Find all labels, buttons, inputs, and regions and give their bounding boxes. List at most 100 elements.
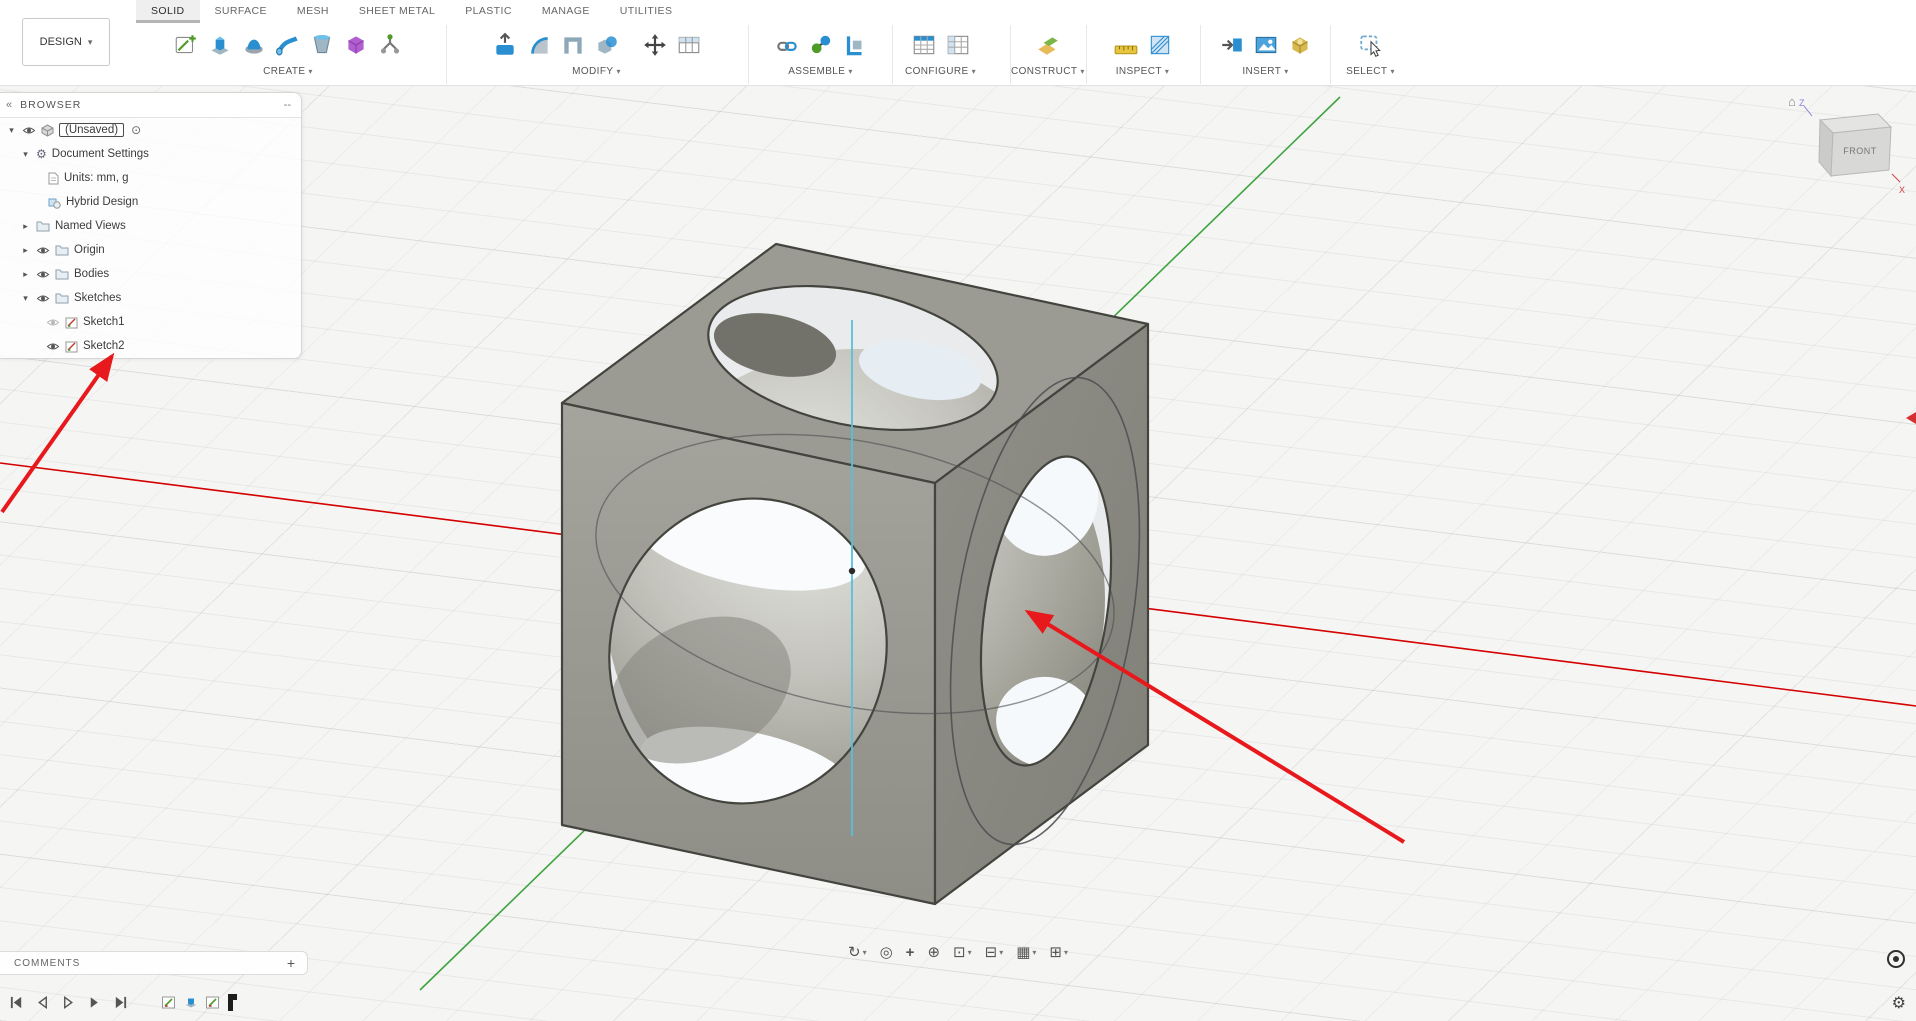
- browser-item-document[interactable]: ▾ (Unsaved) ⊙: [0, 118, 301, 142]
- visibility-eye-icon[interactable]: [46, 340, 60, 353]
- sweep-icon[interactable]: [273, 30, 303, 60]
- collapse-panel-icon[interactable]: «: [6, 99, 12, 111]
- construct-dropdown[interactable]: CONSTRUCT ▾: [1011, 66, 1084, 77]
- joint-icon[interactable]: [806, 30, 836, 60]
- timeline-step-forward-button[interactable]: [86, 994, 103, 1011]
- chevron-down-icon: ▾: [848, 67, 853, 76]
- browser-item-bodies[interactable]: ▸ Bodies: [0, 262, 301, 286]
- insert-derive-icon[interactable]: [1217, 30, 1247, 60]
- timeline-skip-end-button[interactable]: [112, 994, 129, 1011]
- view-cube-svg[interactable]: FRONT Z X: [1790, 96, 1908, 204]
- rigid-group-icon[interactable]: [840, 30, 870, 60]
- browser-item-sketch1[interactable]: Sketch1: [0, 310, 301, 334]
- timeline-feature-extrude[interactable]: [182, 993, 200, 1011]
- chevron-right-icon[interactable]: ▸: [20, 221, 31, 232]
- configure-table-icon[interactable]: [909, 30, 939, 60]
- viewport-layout[interactable]: ⊞ ▾: [1049, 945, 1068, 960]
- shell-icon[interactable]: [558, 30, 588, 60]
- panel-drag-handle[interactable]: --: [284, 99, 291, 111]
- add-comment-button[interactable]: +: [287, 955, 295, 971]
- chevron-down-icon[interactable]: ▾: [20, 293, 31, 304]
- move-icon[interactable]: [640, 30, 670, 60]
- browser-item-document-settings[interactable]: ▾ ⚙ Document Settings: [0, 142, 301, 166]
- ribbon-group-create: CREATE ▾: [134, 25, 442, 84]
- pan-tool[interactable]: +: [906, 945, 915, 960]
- visibility-eye-icon[interactable]: [36, 244, 50, 257]
- insert-dropdown[interactable]: INSERT ▾: [1201, 66, 1330, 77]
- origin-point[interactable]: [848, 567, 856, 575]
- create-sketch-icon[interactable]: [171, 30, 201, 60]
- look-at-tool[interactable]: ◎: [880, 945, 893, 960]
- zoom-tool[interactable]: ⊕: [927, 945, 940, 960]
- chevron-right-icon[interactable]: ▸: [20, 269, 31, 280]
- fillet-icon[interactable]: [524, 30, 554, 60]
- parameters-icon[interactable]: [674, 30, 704, 60]
- chevron-down-icon: ▾: [1284, 67, 1289, 76]
- browser-item-sketch2[interactable]: Sketch2: [0, 334, 301, 358]
- timeline-feature-sketch2[interactable]: [204, 993, 222, 1011]
- timeline-play-button[interactable]: [60, 994, 77, 1011]
- timeline-step-back-button[interactable]: [34, 994, 51, 1011]
- create-dropdown[interactable]: CREATE ▾: [134, 66, 442, 77]
- combine-icon[interactable]: [592, 30, 622, 60]
- chevron-down-icon[interactable]: ▾: [6, 125, 17, 136]
- visibility-eye-icon[interactable]: [36, 292, 50, 305]
- browser-item-sketches[interactable]: ▾ Sketches: [0, 286, 301, 310]
- document-name[interactable]: (Unsaved): [59, 123, 125, 137]
- visibility-eye-icon[interactable]: [36, 268, 50, 281]
- tab-sheet-metal[interactable]: SHEET METAL: [344, 0, 450, 23]
- browser-item-hybrid-design[interactable]: Hybrid Design: [0, 190, 301, 214]
- primitive-box-icon[interactable]: [341, 30, 371, 60]
- hybrid-design-icon: [48, 198, 61, 209]
- configuration-columns-icon[interactable]: [943, 30, 973, 60]
- construction-plane-icon[interactable]: [1033, 30, 1063, 60]
- workspace-switcher-button[interactable]: DESIGN ▾: [22, 18, 110, 66]
- extrude-icon[interactable]: [205, 30, 235, 60]
- revolve-icon[interactable]: [239, 30, 269, 60]
- assemble-dropdown[interactable]: ASSEMBLE ▾: [749, 66, 892, 77]
- timeline-playhead[interactable]: [228, 994, 237, 1011]
- loft-icon[interactable]: [307, 30, 337, 60]
- modify-dropdown[interactable]: MODIFY ▾: [447, 66, 746, 77]
- select-dropdown[interactable]: SELECT ▾: [1331, 66, 1410, 77]
- inspect-dropdown[interactable]: INSPECT ▾: [1087, 66, 1198, 77]
- tab-mesh[interactable]: MESH: [282, 0, 344, 23]
- tab-manage[interactable]: MANAGE: [527, 0, 605, 23]
- orbit-tool[interactable]: ↻ ▾: [848, 945, 867, 960]
- visibility-eye-icon[interactable]: [46, 316, 60, 329]
- tab-solid[interactable]: SOLID: [136, 0, 200, 23]
- activate-component-icon[interactable]: ⊙: [131, 123, 141, 137]
- visibility-eye-icon[interactable]: [22, 124, 36, 137]
- new-component-icon[interactable]: [772, 30, 802, 60]
- item-label: Sketches: [74, 292, 122, 304]
- browser-item-origin[interactable]: ▸ Origin: [0, 238, 301, 262]
- tab-plastic[interactable]: PLASTIC: [450, 0, 527, 23]
- configure-dropdown[interactable]: CONFIGURE ▾: [893, 66, 988, 77]
- timeline-feature-sketch1[interactable]: [160, 993, 178, 1011]
- insert-canvas-icon[interactable]: [1251, 30, 1281, 60]
- home-icon[interactable]: ⌂: [1788, 94, 1796, 109]
- window-zoom-tool[interactable]: ⊡ ▾: [953, 945, 972, 960]
- timeline-skip-start-button[interactable]: [8, 994, 25, 1011]
- chevron-down-icon[interactable]: ▾: [20, 149, 31, 160]
- view-cube[interactable]: ⌂ FRONT Z X: [1788, 94, 1908, 204]
- derive-icon[interactable]: [375, 30, 405, 60]
- browser-item-named-views[interactable]: ▸ Named Views: [0, 214, 301, 238]
- chevron-right-icon[interactable]: ▸: [20, 245, 31, 256]
- insert-mcmaster-icon[interactable]: [1285, 30, 1315, 60]
- ribbon-group-insert: INSERT ▾: [1200, 25, 1330, 84]
- tab-utilities[interactable]: UTILITIES: [605, 0, 688, 23]
- settings-gear-icon[interactable]: ⚙: [1892, 993, 1906, 1013]
- tab-surface[interactable]: SURFACE: [200, 0, 282, 23]
- assistant-badge[interactable]: [1887, 950, 1905, 968]
- press-pull-icon[interactable]: [490, 30, 520, 60]
- grid-settings[interactable]: ▦ ▾: [1016, 945, 1036, 960]
- folder-icon: [55, 245, 69, 256]
- section-analysis-icon[interactable]: [1145, 30, 1175, 60]
- chevron-down-icon: ▾: [999, 948, 1004, 957]
- select-icon[interactable]: [1356, 30, 1386, 60]
- measure-icon[interactable]: [1111, 30, 1141, 60]
- comments-panel[interactable]: COMMENTS +: [0, 951, 308, 975]
- display-settings[interactable]: ⊟ ▾: [985, 945, 1004, 960]
- browser-item-units[interactable]: Units: mm, g: [0, 166, 301, 190]
